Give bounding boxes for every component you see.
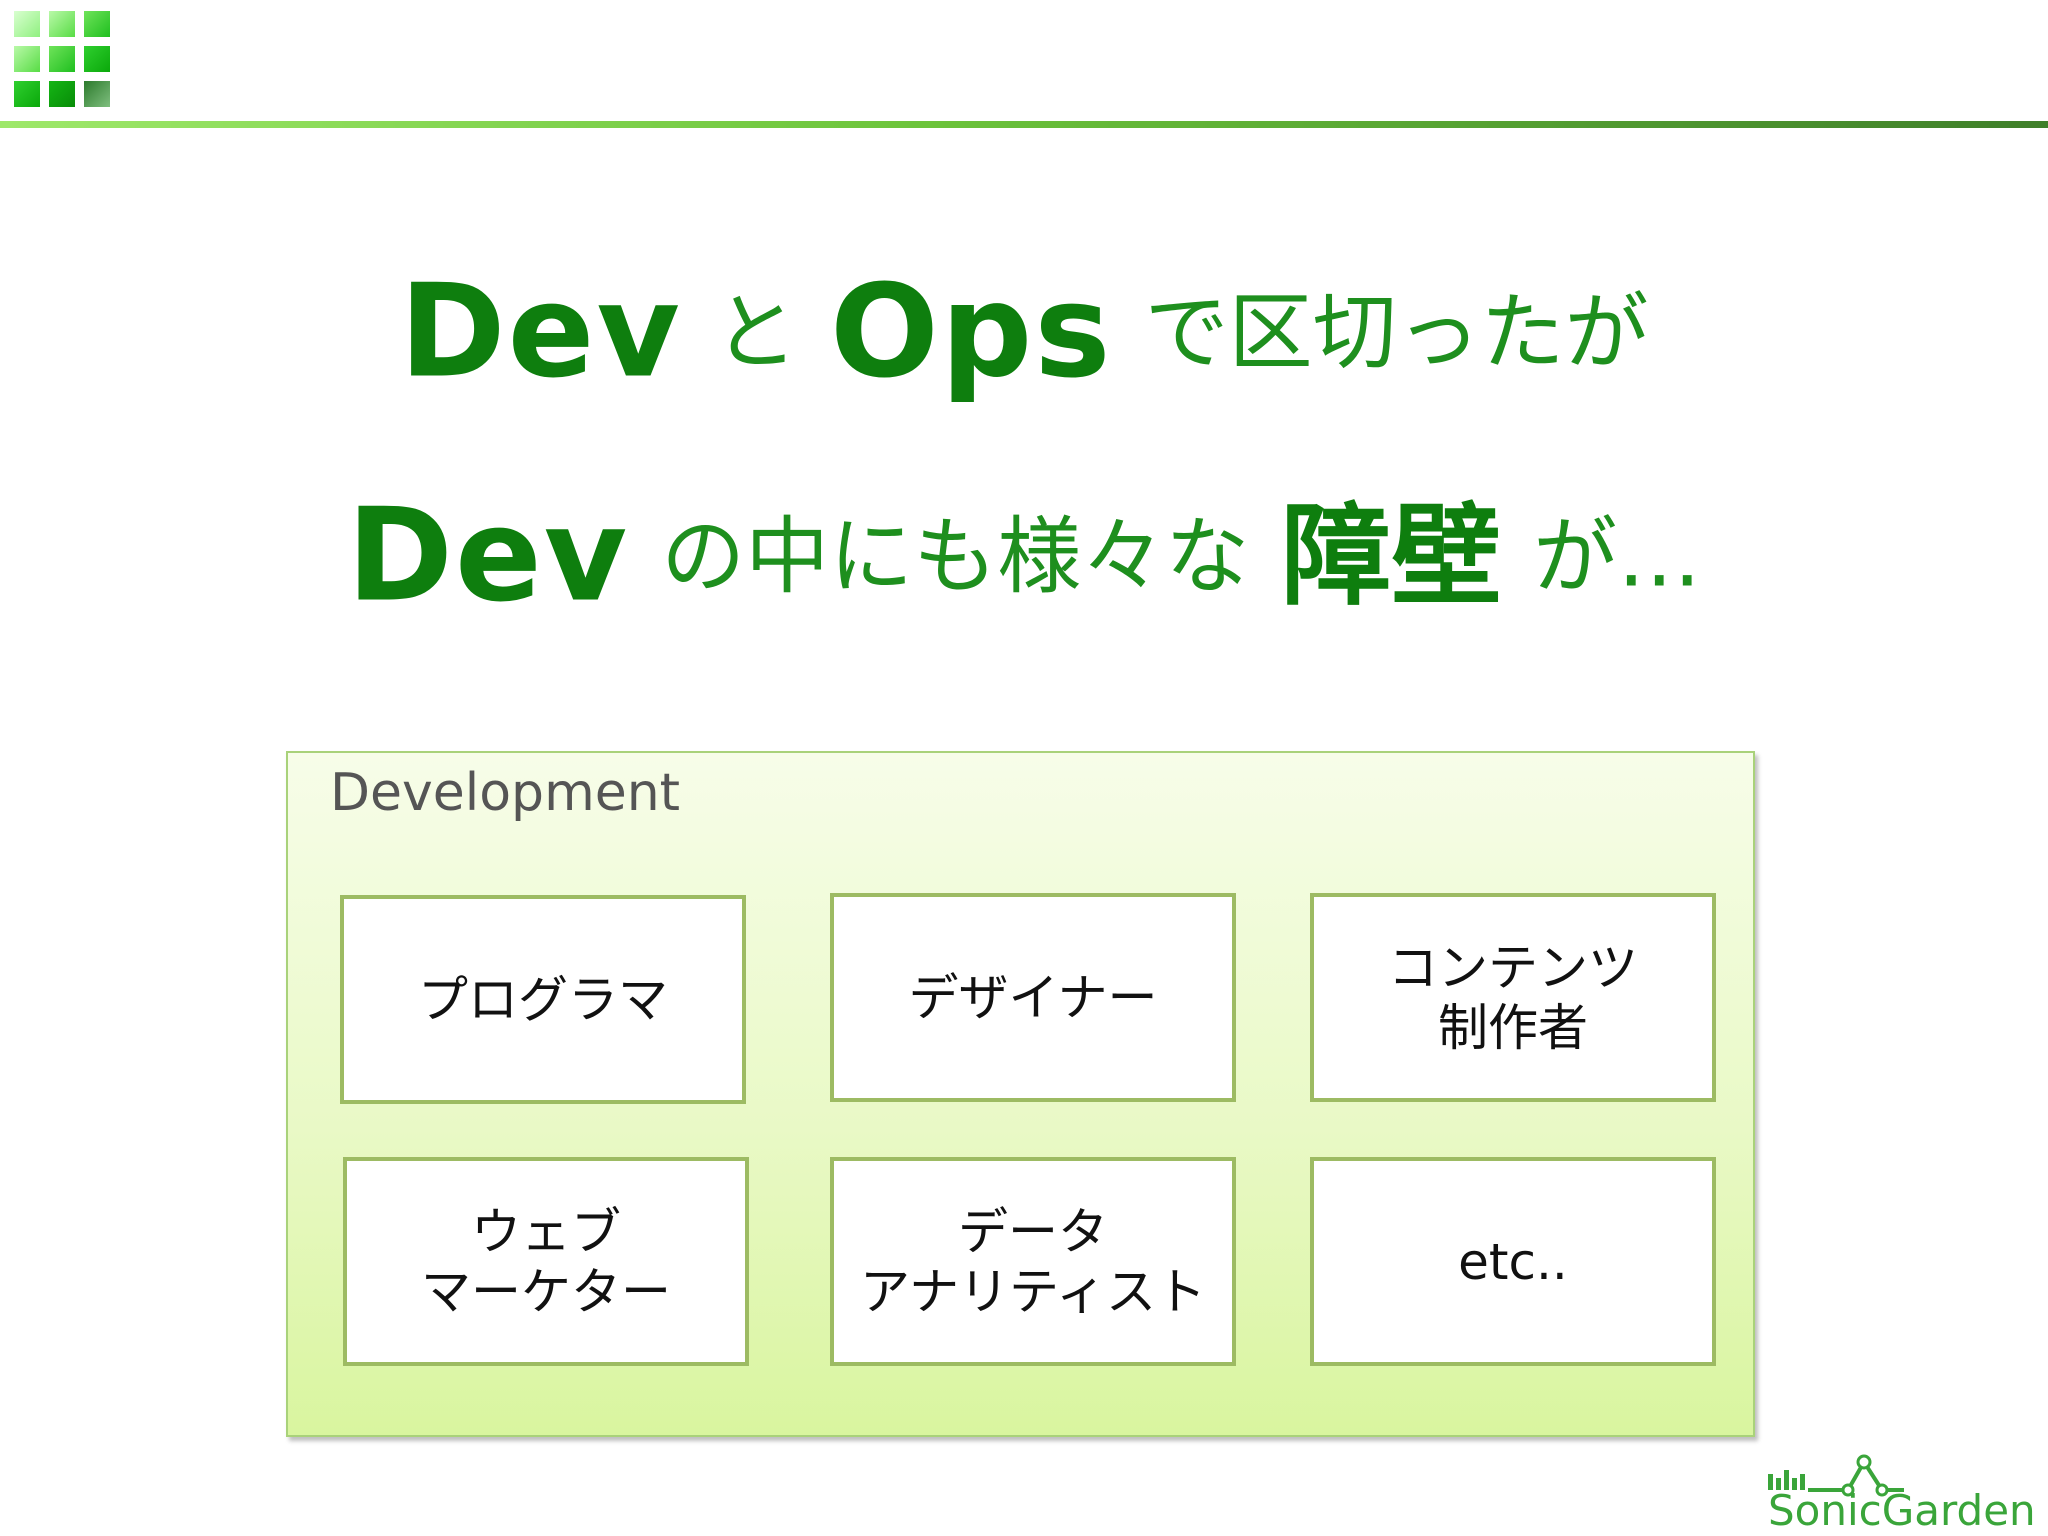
headline-ops: Ops bbox=[829, 257, 1113, 407]
headline-dev-2: Dev bbox=[346, 481, 630, 631]
development-panel: Development プログラマ デザイナー コンテンツ 制作者 ウェブ マー… bbox=[286, 751, 1755, 1437]
sonicgarden-logo: SonicGarden bbox=[1764, 1450, 2044, 1535]
headline-conj: と bbox=[713, 283, 798, 382]
headline-line-1: Dev と Ops で区切ったが bbox=[0, 262, 2048, 402]
grid-logo-icon bbox=[14, 11, 110, 107]
headline-middle: の中にも様々な bbox=[661, 507, 1250, 606]
role-box-content-creator: コンテンツ 制作者 bbox=[1310, 893, 1716, 1102]
headline-rest-2: が… bbox=[1533, 507, 1702, 606]
headline-emphasis: 障壁 bbox=[1281, 492, 1502, 621]
headline-line-2: Dev の中にも様々な 障壁 が… bbox=[0, 486, 2048, 626]
role-box-etc: etc.. bbox=[1310, 1157, 1716, 1366]
headline-rest-1: で区切ったが bbox=[1144, 283, 1649, 382]
header-divider bbox=[0, 121, 2048, 128]
headline-dev: Dev bbox=[399, 257, 682, 407]
role-box-designer: デザイナー bbox=[830, 893, 1236, 1102]
sonicgarden-logo-text: SonicGarden bbox=[1768, 1486, 2036, 1535]
panel-title: Development bbox=[330, 763, 681, 823]
role-box-web-marketer: ウェブ マーケター bbox=[343, 1157, 749, 1366]
role-box-programmer: プログラマ bbox=[340, 895, 746, 1104]
role-box-data-analyst: データ アナリティスト bbox=[830, 1157, 1236, 1366]
